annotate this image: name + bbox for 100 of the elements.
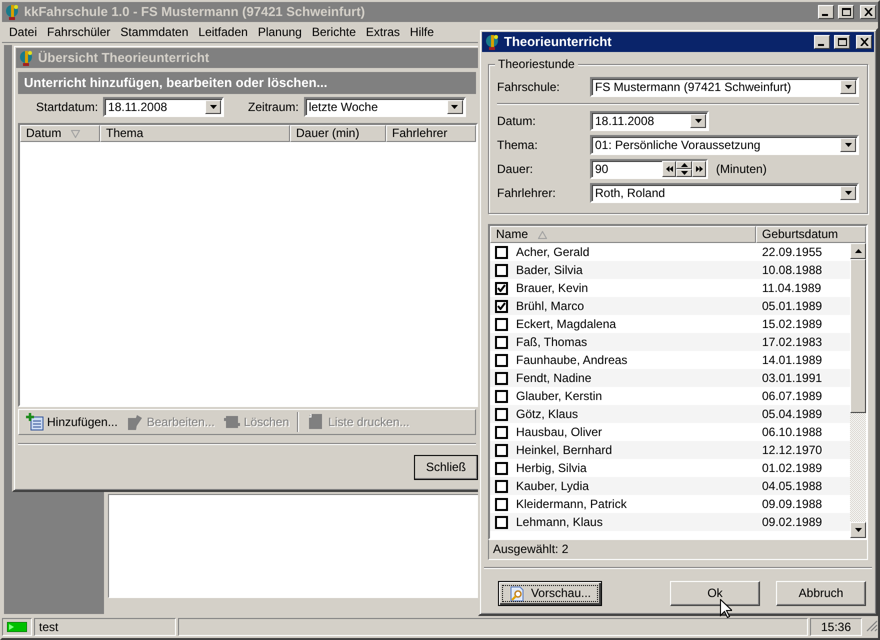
birth-date: 12.12.1970: [762, 442, 822, 458]
close-button[interactable]: [856, 35, 872, 49]
combobox[interactable]: Roth, Roland: [590, 183, 859, 203]
scroll-up-button[interactable]: [850, 243, 866, 259]
student-row[interactable]: Glauber, Kerstin 06.07.1989: [490, 387, 850, 405]
scroll-down-button[interactable]: [850, 522, 866, 538]
menu-item[interactable]: Stammdaten: [115, 24, 194, 40]
menu-item[interactable]: Fahrschüler: [42, 24, 116, 40]
checkbox[interactable]: [495, 372, 508, 384]
up-arrow-icon: [680, 163, 688, 167]
student-row[interactable]: Hausbau, Oliver 06.10.1988: [490, 423, 850, 441]
dropdown-button[interactable]: [205, 100, 222, 114]
minimize-button[interactable]: [814, 35, 830, 49]
selection-count: Ausgewählt: 2: [488, 540, 868, 560]
close-window-button[interactable]: Schließ: [414, 455, 478, 480]
dropdown-button[interactable]: [840, 138, 856, 152]
birth-date: 11.04.1989: [762, 280, 822, 296]
student-row[interactable]: Götz, Klaus 05.04.1989: [490, 405, 850, 423]
checkbox[interactable]: [495, 246, 508, 258]
combobox[interactable]: FS Mustermann (97421 Schweinfurt): [590, 77, 859, 97]
period-combobox[interactable]: letzte Woche: [304, 97, 466, 117]
checkbox[interactable]: [495, 300, 508, 312]
column-label: Fahrlehrer: [392, 126, 448, 141]
checkbox[interactable]: [495, 498, 508, 510]
minimize-button[interactable]: [818, 5, 834, 19]
column-header[interactable]: Datum: [20, 125, 100, 142]
down-arrow-icon: [854, 528, 862, 532]
student-row[interactable]: Eckert, Magdalena 15.02.1989: [490, 315, 850, 333]
checkbox[interactable]: [495, 444, 508, 456]
checkbox[interactable]: [495, 264, 508, 276]
column-header[interactable]: Dauer (min): [290, 125, 386, 142]
duration-spinbox[interactable]: 90: [590, 159, 708, 179]
checkbox[interactable]: [495, 336, 508, 348]
menu-item[interactable]: Planung: [252, 24, 307, 40]
checkbox[interactable]: [495, 426, 508, 438]
maximize-button[interactable]: [834, 35, 850, 49]
student-row[interactable]: Brühl, Marco 05.01.1989: [490, 297, 850, 315]
column-header[interactable]: Thema: [100, 125, 290, 142]
checkbox[interactable]: [495, 462, 508, 474]
student-row[interactable]: Heinkel, Bernhard 12.12.1970: [490, 441, 850, 459]
checkbox[interactable]: [495, 480, 508, 492]
student-row[interactable]: Kauber, Lydia 04.05.1988: [490, 477, 850, 495]
edit-document-icon: [126, 413, 144, 431]
dropdown-button[interactable]: [840, 186, 856, 200]
checkbox[interactable]: [495, 318, 508, 330]
dropdown-button[interactable]: [840, 80, 856, 94]
menu-item[interactable]: Leitfaden: [193, 24, 253, 40]
student-row[interactable]: Herbig, Silvia 01.02.1989: [490, 459, 850, 477]
student-row[interactable]: Brauer, Kevin 11.04.1989: [490, 279, 850, 297]
birth-date: 15.02.1989: [762, 316, 822, 332]
birth-date: 17.02.1983: [762, 334, 822, 350]
column-header[interactable]: Geburtsdatum: [756, 226, 866, 243]
toolbar-button[interactable]: Hinzufügen...: [23, 412, 121, 432]
dialog-button[interactable]: Ok: [670, 581, 760, 606]
menu-item[interactable]: Berichte: [306, 24, 361, 40]
student-row[interactable]: Lehmann, Klaus 09.02.1989: [490, 513, 850, 531]
close-button[interactable]: [860, 5, 876, 19]
checkbox[interactable]: [495, 408, 508, 420]
column-header[interactable]: Fahrlehrer: [386, 125, 476, 142]
dropdown-button[interactable]: [446, 100, 463, 114]
student-row[interactable]: Kleidermann, Patrick 09.09.1988: [490, 495, 850, 513]
student-name: Kauber, Lydia: [516, 478, 590, 494]
maximize-button[interactable]: [838, 5, 854, 19]
date-combobox[interactable]: 18.11.2008: [590, 111, 709, 131]
student-row[interactable]: Faunhaube, Andreas 14.01.1989: [490, 351, 850, 369]
menu-item[interactable]: Hilfe: [404, 24, 439, 40]
student-row[interactable]: Acher, Gerald 22.09.1955: [490, 243, 850, 261]
first-button[interactable]: [662, 161, 676, 177]
scroll-thumb[interactable]: [850, 259, 866, 413]
preview-button[interactable]: Vorschau...: [498, 581, 602, 606]
sort-ascending-icon: [538, 230, 548, 238]
dropdown-button[interactable]: [690, 114, 706, 128]
dialog-button[interactable]: Abbruch: [776, 581, 866, 606]
student-name: Lehmann, Klaus: [516, 514, 604, 530]
maximize-icon: [838, 38, 846, 46]
menu-item[interactable]: Extras: [360, 24, 405, 40]
student-row[interactable]: Bader, Silvia 10.08.1988: [490, 261, 850, 279]
combobox[interactable]: 01: Persönliche Voraussetzung: [590, 135, 859, 155]
student-row[interactable]: Fendt, Nadine 03.01.1991: [490, 369, 850, 387]
birth-date: 06.07.1989: [762, 388, 822, 404]
up-arrow-icon: [854, 249, 862, 253]
menu-item[interactable]: Datei: [4, 24, 42, 40]
column-label: Name: [496, 227, 528, 242]
checkbox[interactable]: [495, 354, 508, 366]
scrollbar[interactable]: [850, 243, 866, 538]
student-name: Kleidermann, Patrick: [516, 496, 628, 512]
spin-down-button[interactable]: [676, 169, 692, 177]
checkbox[interactable]: [495, 282, 508, 294]
checkmark-icon: [497, 302, 506, 310]
status-time: 15:36: [810, 618, 862, 636]
last-button[interactable]: [692, 161, 706, 177]
dropdown-arrow-icon: [844, 191, 852, 195]
student-name: Bader, Silvia: [516, 262, 584, 278]
date-combobox[interactable]: 18.11.2008: [103, 97, 224, 117]
column-header[interactable]: Name: [490, 226, 756, 243]
student-row[interactable]: Faß, Thomas 17.02.1983: [490, 333, 850, 351]
spin-up-button[interactable]: [676, 161, 692, 169]
checkbox[interactable]: [495, 516, 508, 528]
field-label: Fahrschule:: [497, 80, 561, 94]
checkbox[interactable]: [495, 390, 508, 402]
